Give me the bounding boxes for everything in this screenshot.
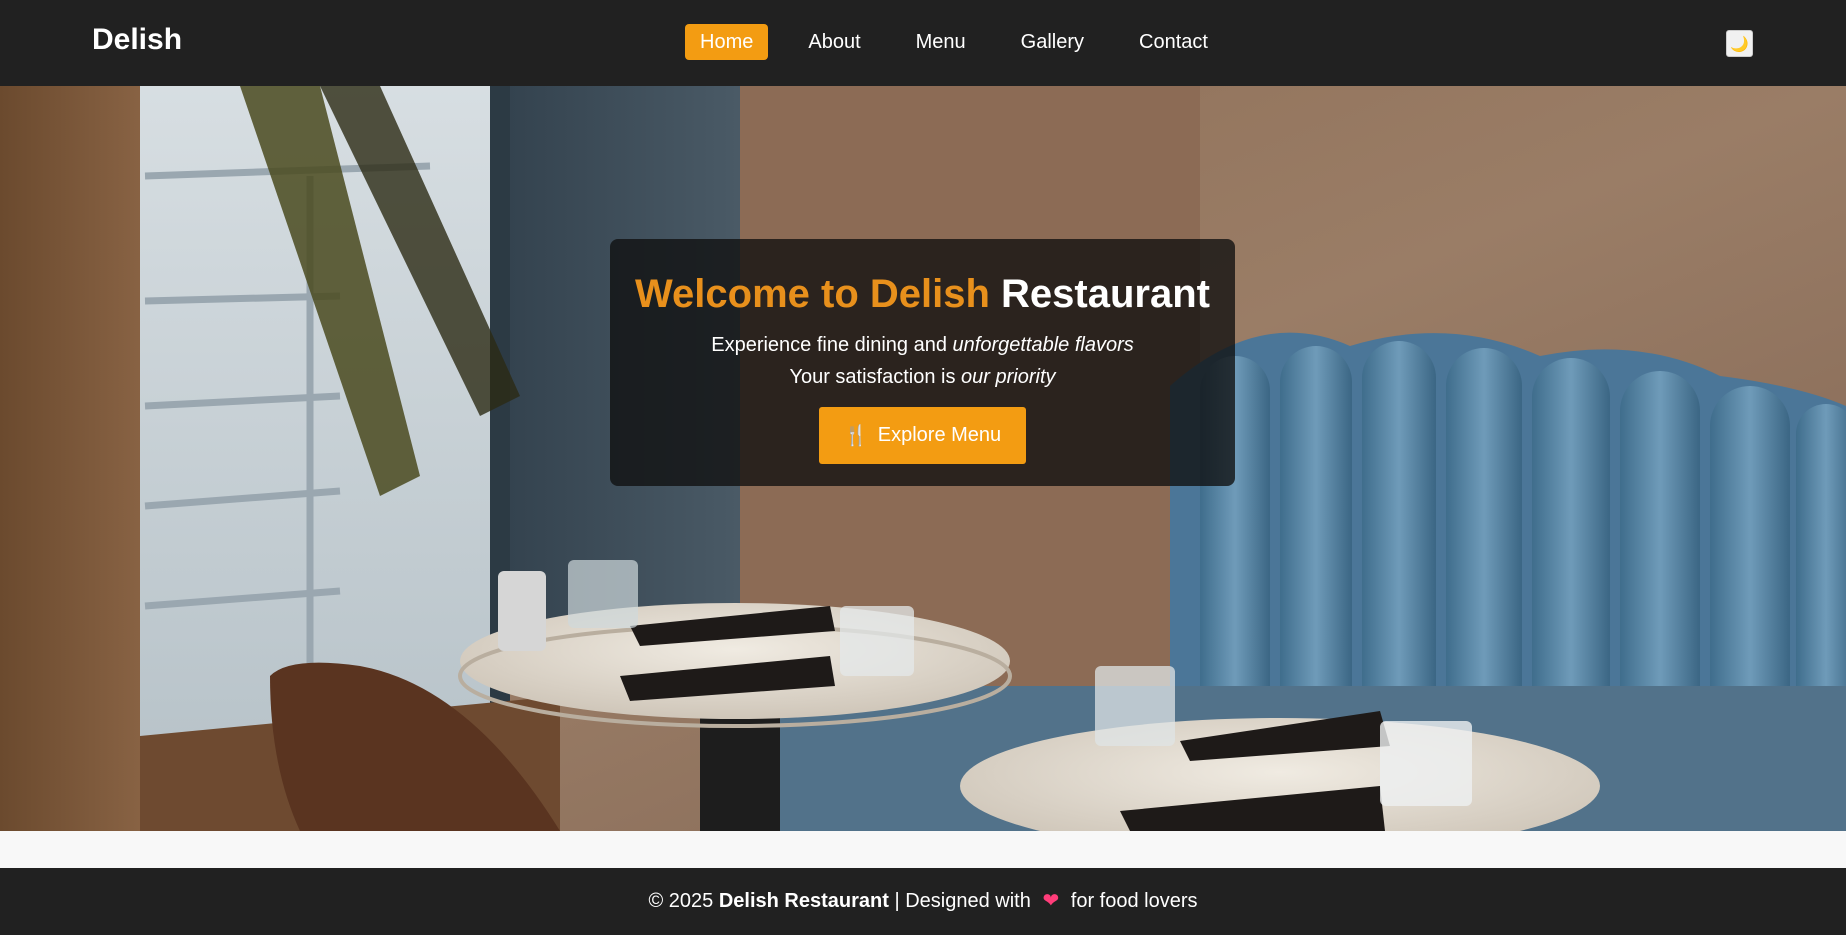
nav-link-contact[interactable]: Contact: [1124, 24, 1223, 60]
nav-link-home[interactable]: Home: [685, 24, 769, 60]
nav-links: Home About Menu Gallery Contact: [685, 24, 1248, 60]
content-spacer: [0, 831, 1846, 868]
footer-designed-text: | Designed with: [894, 890, 1031, 912]
nav-link-menu[interactable]: Menu: [901, 24, 981, 60]
explore-menu-button[interactable]: 🍴 Explore Menu: [819, 407, 1026, 464]
nav-link-about[interactable]: About: [793, 24, 875, 60]
theme-toggle-button[interactable]: 🌙: [1726, 30, 1753, 57]
navbar: Delish Home About Menu Gallery Contact 🌙: [0, 0, 1846, 86]
brand-logo[interactable]: Delish: [92, 23, 182, 57]
explore-menu-label: Explore Menu: [877, 424, 1002, 446]
hero-title-rest: Restaurant: [1001, 272, 1210, 316]
hero-title: Welcome to Delish Restaurant: [610, 271, 1235, 317]
tagline-1-emphasis: unforgettable flavors: [952, 334, 1134, 356]
tagline-2-emphasis: our priority: [961, 366, 1056, 388]
footer-suffix: for food lovers: [1070, 890, 1198, 912]
hero-tagline-1: Experience fine dining and unforgettable…: [610, 329, 1235, 361]
hero-content-box: Welcome to Delish Restaurant Experience …: [610, 239, 1235, 486]
tagline-2-text: Your satisfaction is: [789, 366, 956, 388]
heart-icon: ❤: [1042, 890, 1060, 912]
tagline-1-text: Experience fine dining and: [711, 334, 947, 356]
moon-icon: 🌙: [1730, 35, 1749, 53]
utensils-icon: 🍴: [843, 425, 869, 447]
hero-section: Welcome to Delish Restaurant Experience …: [0, 86, 1846, 831]
nav-link-gallery[interactable]: Gallery: [1006, 24, 1099, 60]
footer: © 2025 Delish Restaurant | Designed with…: [0, 868, 1846, 935]
hero-title-accent: Welcome to Delish: [635, 272, 990, 316]
hero-tagline-2: Your satisfaction is our priority: [610, 361, 1235, 393]
footer-company: Delish Restaurant: [718, 890, 889, 912]
copyright-text: © 2025: [648, 890, 714, 912]
